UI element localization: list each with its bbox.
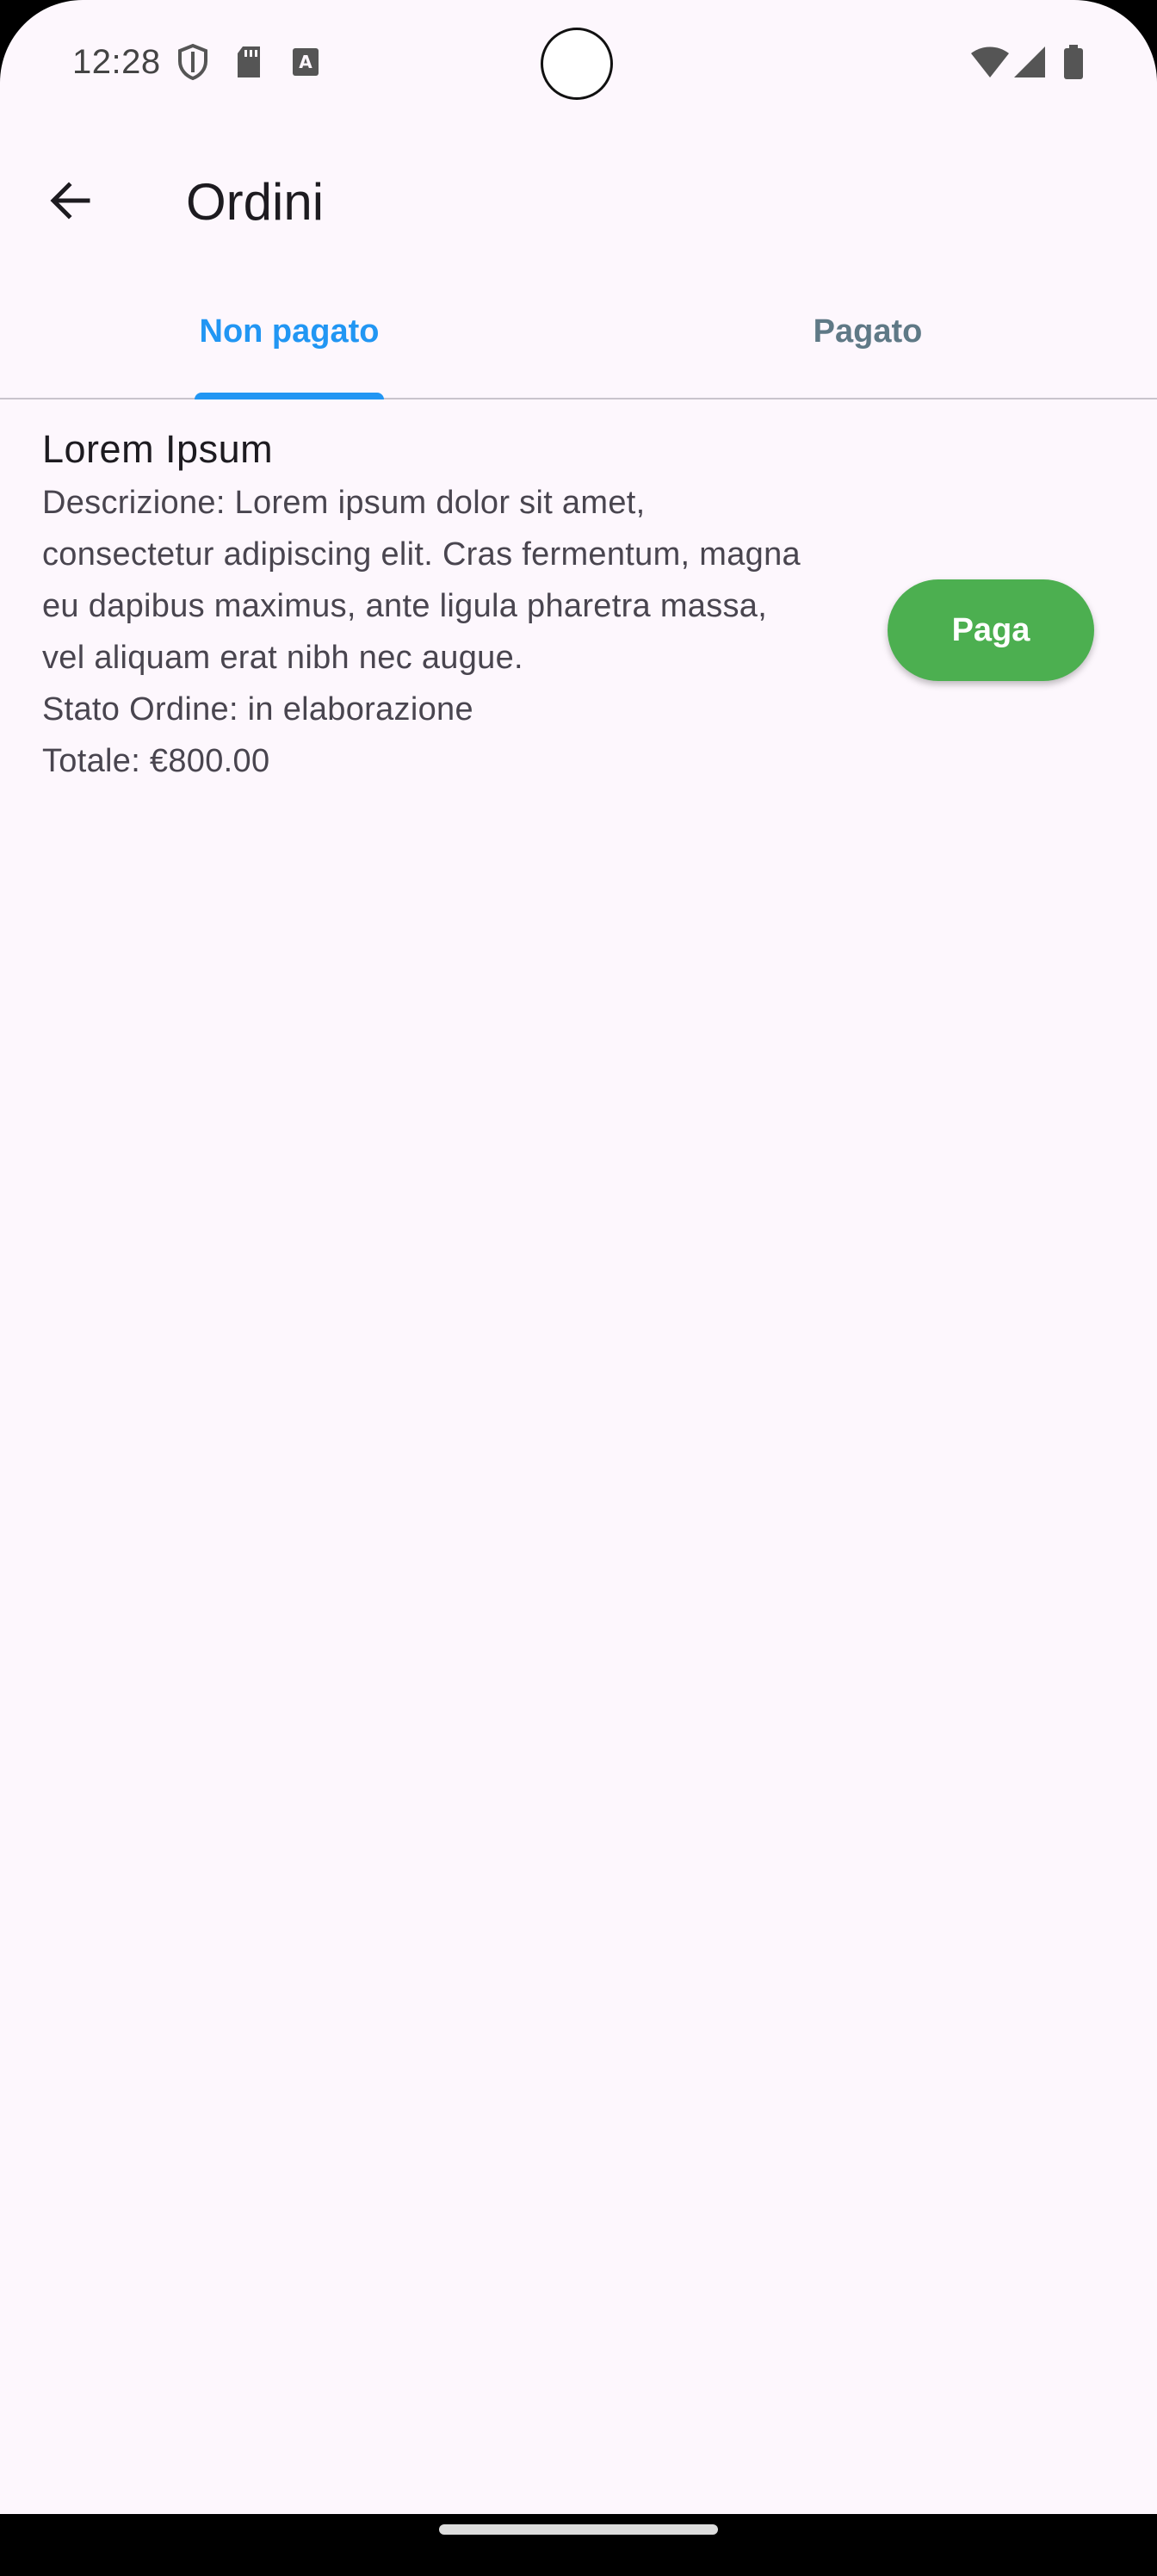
order-description: Descrizione: Lorem ipsum dolor sit amet,… [42, 485, 801, 676]
keyboard-a-icon: A [291, 43, 320, 81]
tab-bar: Non pagato Pagato [0, 276, 1157, 399]
order-total: Totale: €800.00 [42, 743, 270, 779]
tab-label: Non pagato [199, 313, 380, 350]
status-time: 12:28 [72, 43, 161, 81]
app-bar: Ordini [0, 129, 1157, 276]
wifi-icon [969, 43, 1011, 81]
system-nav-bar [0, 2514, 1157, 2576]
tab-indicator [195, 393, 384, 399]
tab-non-pagato[interactable]: Non pagato [0, 276, 578, 399]
shield-icon [176, 43, 210, 81]
app-screen: 12:28 A Ordini Non pagato Pagato Lorem I… [0, 0, 1157, 2576]
pay-button[interactable]: Paga [888, 579, 1094, 681]
battery-icon [1062, 43, 1085, 81]
arrow-back-icon [46, 176, 95, 229]
status-bar: 12:28 A [0, 0, 1157, 129]
home-indicator[interactable] [439, 2524, 718, 2535]
order-status: Stato Ordine: in elaborazione [42, 691, 473, 728]
svg-text:A: A [299, 52, 312, 72]
camera-cutout [541, 28, 613, 100]
page-title: Ordini [186, 173, 325, 231]
back-button[interactable] [31, 163, 110, 242]
signal-icon [1012, 43, 1047, 81]
sd-card-icon [234, 43, 263, 81]
tab-pagato[interactable]: Pagato [578, 276, 1157, 398]
order-list-item: Lorem Ipsum Descrizione: Lorem ipsum dol… [0, 413, 1157, 861]
order-title: Lorem Ipsum [42, 427, 274, 471]
tab-label: Pagato [813, 313, 923, 350]
order-details: Lorem Ipsum Descrizione: Lorem ipsum dol… [42, 422, 817, 787]
